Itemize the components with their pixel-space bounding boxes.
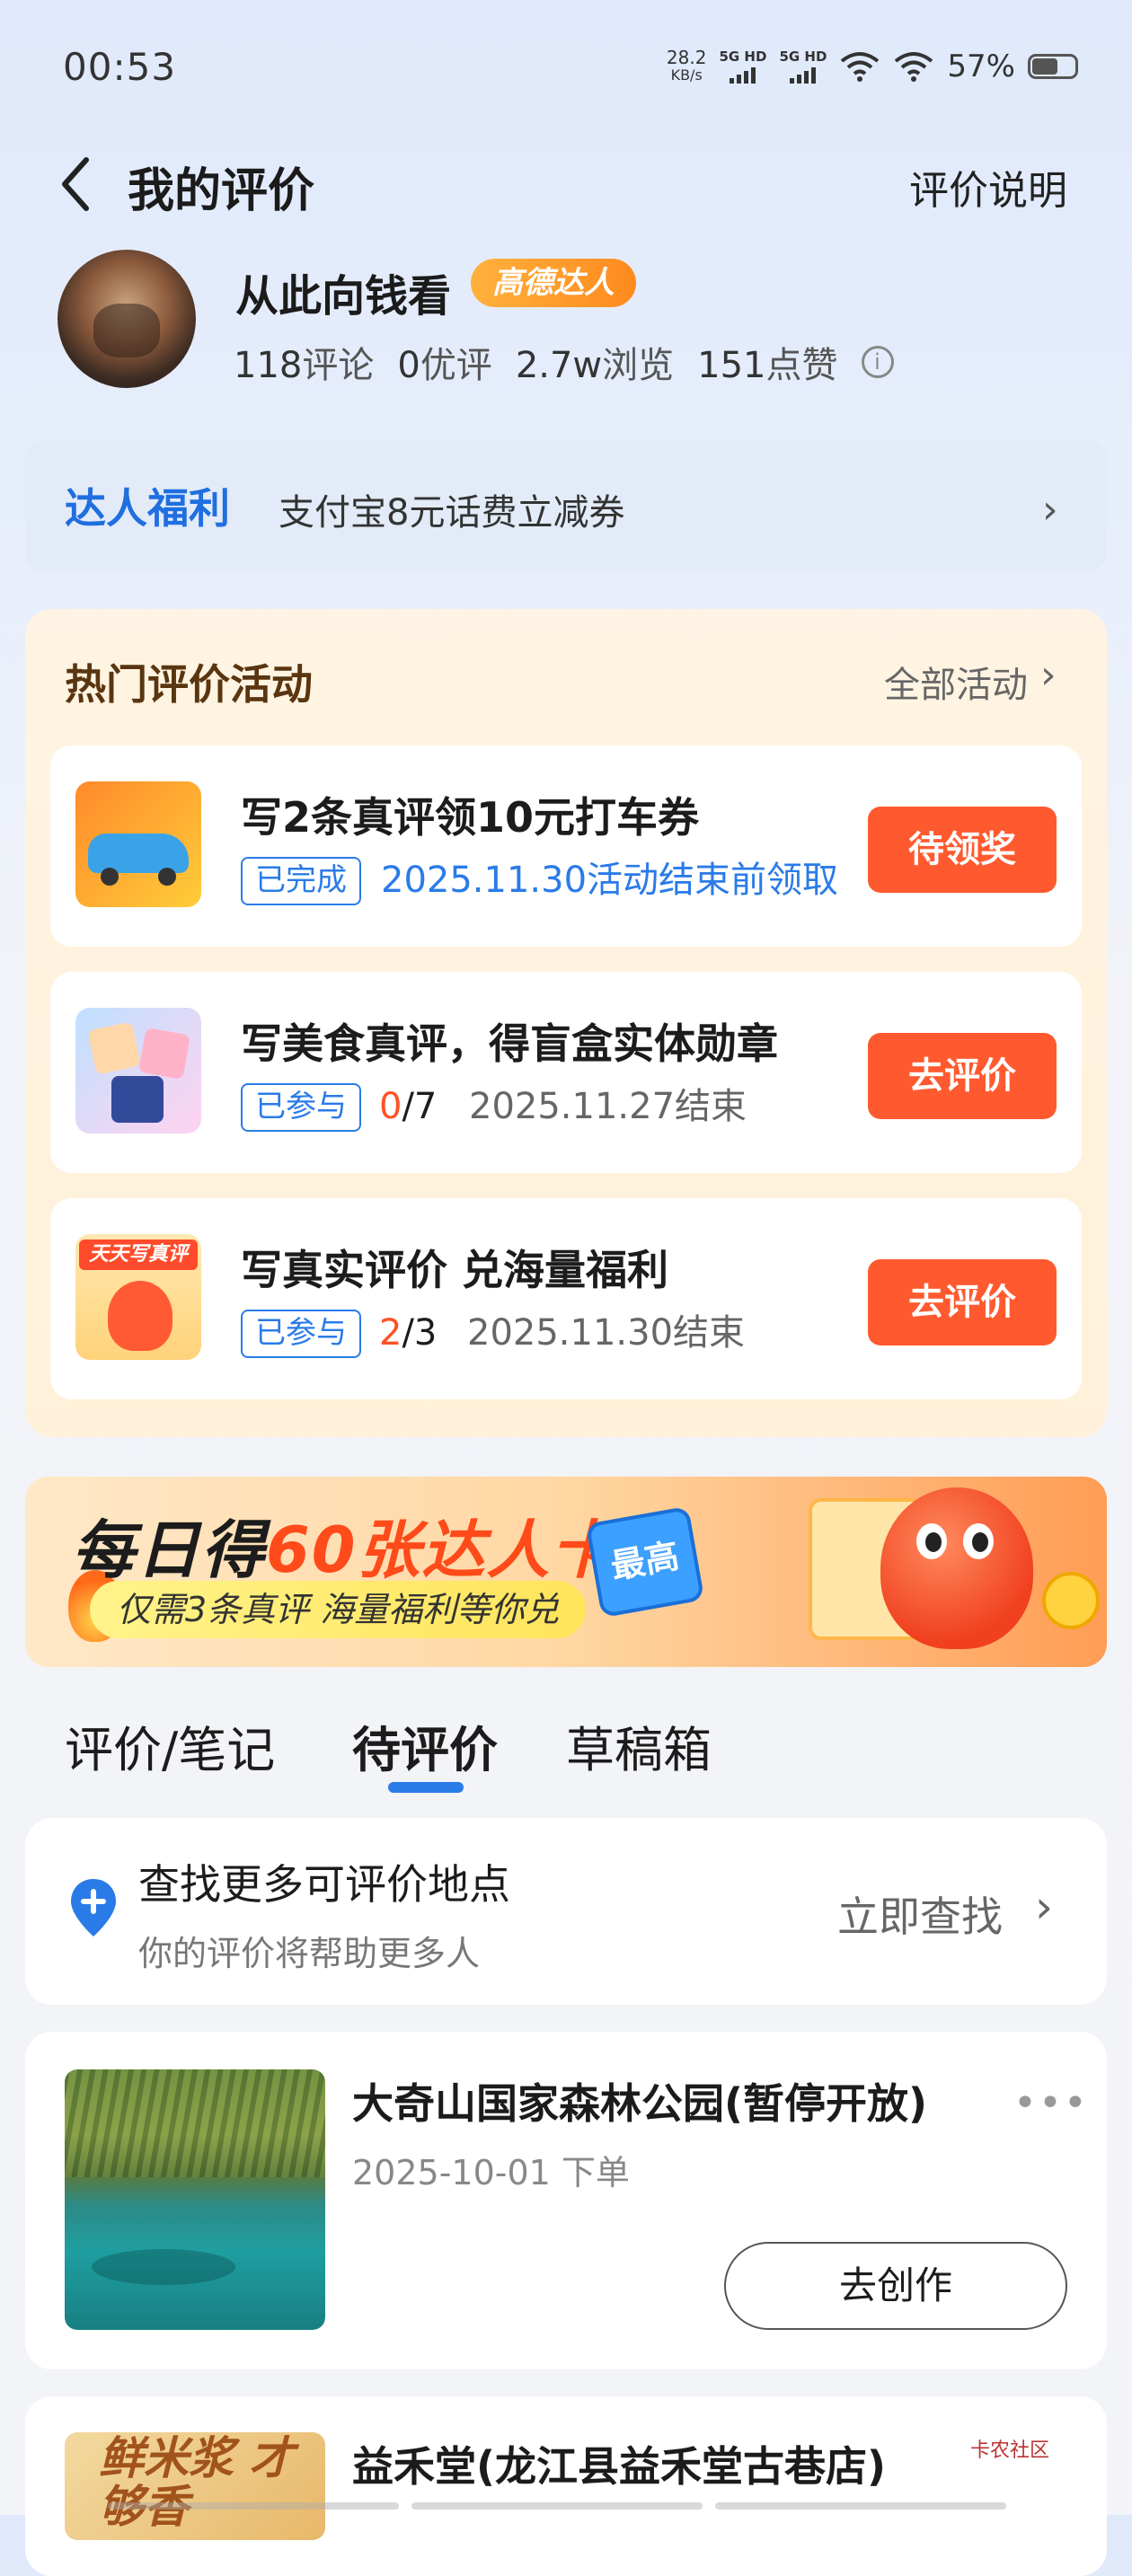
tab-drafts[interactable]: 草稿箱: [566, 1710, 712, 1781]
stat-reviews: 118评论: [234, 345, 375, 386]
stat-likes: 151点赞: [697, 345, 838, 386]
wifi-icon: [895, 52, 933, 82]
status-tag: 已参与: [241, 1083, 361, 1132]
order-date: 2025-10-01 下单: [352, 2153, 630, 2192]
avatar[interactable]: [57, 250, 196, 388]
activity-title: 写真实评价 兑海量福利: [241, 1246, 669, 1294]
network-speed: 28.2 KB/s: [666, 47, 707, 84]
banner-headline: 每日得60张达人卡: [72, 1513, 616, 1587]
find-places-subtitle: 你的评价将帮助更多人: [138, 1934, 481, 1973]
photo-text: 鲜米浆 才够香: [99, 2432, 295, 2533]
medal-thumbnail: [75, 1008, 201, 1134]
status-tag: 已完成: [241, 857, 361, 905]
car-coupon-thumbnail: [75, 781, 201, 907]
place-name: 大奇山国家森林公园(暂停开放): [352, 2079, 928, 2128]
mascot-illustration: [880, 1487, 1033, 1649]
activities-title: 热门评价活动: [65, 660, 313, 709]
expert-badge[interactable]: 高德达人: [471, 259, 636, 307]
chevron-right-icon: ›: [1035, 1881, 1053, 1933]
watermark: 卡农社区: [970, 2439, 1050, 2462]
chevron-right-icon: ›: [1040, 652, 1057, 698]
more-options-icon[interactable]: •••: [1013, 2080, 1089, 2126]
activity-deadline: 2025.11.30活动结束前领取: [381, 860, 839, 901]
info-icon[interactable]: i: [861, 346, 894, 378]
claim-reward-button[interactable]: 待领奖: [868, 807, 1057, 893]
activity-deadline: 2025.11.27结束: [469, 1086, 747, 1127]
user-name: 从此向钱看: [235, 271, 452, 322]
image-carousel-indicator: [108, 2502, 1006, 2510]
banner-sticker: 最高: [585, 1505, 705, 1619]
signal-icon: 5G HD: [719, 49, 766, 84]
tab-pending-review[interactable]: 待评价: [352, 1710, 498, 1781]
status-icons: 28.2 KB/s 5G HD 5G HD 57%: [667, 49, 1078, 84]
status-tag: 已参与: [241, 1310, 361, 1358]
page-title: 我的评价: [128, 164, 315, 218]
review-guide-link[interactable]: 评价说明: [909, 158, 1067, 216]
location-add-icon: [71, 1879, 116, 1936]
profile-stats: 118评论 0优评 2.7w浏览 151点赞 i: [234, 336, 894, 388]
battery-percent: 57%: [947, 49, 1015, 84]
go-review-button[interactable]: 去评价: [868, 1033, 1057, 1119]
activity-title: 写2条真评领10元打车券: [241, 793, 700, 842]
chevron-right-icon: ›: [1042, 487, 1058, 533]
daily-review-thumbnail: 天天写真评: [75, 1234, 201, 1360]
status-time: 00:53: [63, 45, 177, 89]
battery-icon: [1028, 54, 1078, 79]
find-places-title: 查找更多可评价地点: [138, 1860, 510, 1909]
activity-card[interactable]: 写美食真评，得盲盒实体勋章 已参与 0/7 2025.11.27结束 去评价: [50, 972, 1082, 1173]
activity-progress: 2/3: [379, 1312, 438, 1354]
go-review-button[interactable]: 去评价: [868, 1259, 1057, 1345]
tab-reviews-notes[interactable]: 评价/笔记: [65, 1710, 275, 1781]
back-arrow-icon[interactable]: [54, 153, 99, 216]
place-photo: [65, 2069, 325, 2330]
active-tab-indicator: [388, 1782, 464, 1793]
stat-views: 2.7w浏览: [515, 345, 675, 386]
place-name: 益禾堂(龙江县益禾堂古巷店): [352, 2442, 887, 2491]
create-review-button[interactable]: 去创作: [724, 2242, 1067, 2330]
wifi-icon: [841, 52, 880, 82]
activity-card[interactable]: 写2条真评领10元打车券 已完成 2025.11.30活动结束前领取 待领奖: [50, 745, 1082, 947]
welfare-title: 达人福利: [65, 484, 230, 533]
stat-quality: 0优评: [397, 345, 492, 386]
activity-progress: 0/7: [379, 1086, 438, 1127]
find-now-link[interactable]: 立即查找: [837, 1884, 1003, 1944]
activity-card[interactable]: 天天写真评 写真实评价 兑海量福利 已参与 2/3 2025.11.30结束 去…: [50, 1198, 1082, 1399]
all-activities-link[interactable]: 全部活动: [884, 656, 1028, 708]
activity-deadline: 2025.11.30结束: [467, 1312, 746, 1354]
coin-icon: [1042, 1572, 1100, 1629]
welfare-text: 支付宝8元话费立减券: [279, 492, 625, 534]
signal-icon: 5G HD: [779, 49, 827, 84]
banner-subtitle: 仅需3条真评 海量福利等你兑: [90, 1581, 587, 1638]
activity-title: 写美食真评，得盲盒实体勋章: [241, 1019, 778, 1068]
